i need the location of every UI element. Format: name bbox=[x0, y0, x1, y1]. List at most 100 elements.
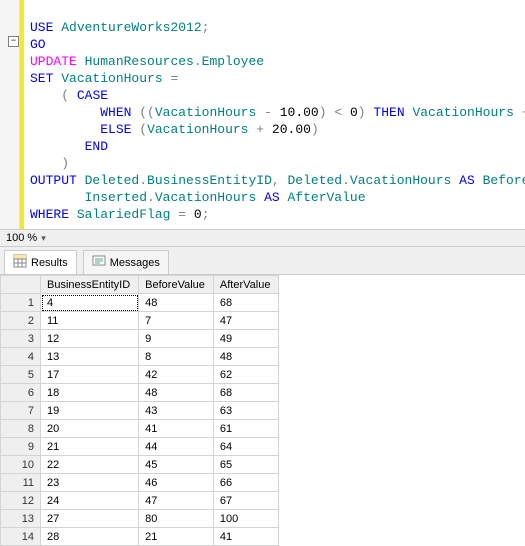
table-row[interactable]: 413848 bbox=[1, 348, 279, 366]
fold-toggle[interactable]: − bbox=[8, 36, 19, 47]
tab-messages-label: Messages bbox=[110, 257, 160, 269]
table-row[interactable]: 144868 bbox=[1, 294, 279, 312]
cell[interactable]: 47 bbox=[213, 312, 279, 330]
cell[interactable]: 68 bbox=[213, 384, 279, 402]
kw-else: ELSE bbox=[100, 122, 131, 137]
zoom-value[interactable]: 100 % bbox=[6, 232, 37, 244]
cell[interactable]: 48 bbox=[213, 348, 279, 366]
cell[interactable]: 17 bbox=[41, 366, 139, 384]
cell[interactable]: 44 bbox=[139, 438, 214, 456]
op-eq: = bbox=[170, 71, 178, 86]
tab-results[interactable]: Results bbox=[4, 250, 77, 274]
zoom-dropdown-icon[interactable]: ▾ bbox=[41, 233, 46, 244]
row-number[interactable]: 10 bbox=[1, 456, 41, 474]
cell[interactable]: 47 bbox=[139, 492, 214, 510]
cell[interactable]: 46 bbox=[139, 474, 214, 492]
cell[interactable]: 65 bbox=[213, 456, 279, 474]
cell[interactable]: 23 bbox=[41, 474, 139, 492]
row-number[interactable]: 6 bbox=[1, 384, 41, 402]
cell[interactable]: 61 bbox=[213, 420, 279, 438]
kw-output: OUTPUT bbox=[30, 173, 77, 188]
row-number[interactable]: 3 bbox=[1, 330, 41, 348]
row-number[interactable]: 13 bbox=[1, 510, 41, 528]
code-block[interactable]: USE AdventureWorks2012; GO UPDATE HumanR… bbox=[30, 2, 525, 223]
tab-messages[interactable]: Messages bbox=[83, 250, 169, 274]
results-table[interactable]: BusinessEntityID BeforeValue AfterValue … bbox=[0, 275, 279, 546]
cell[interactable]: 80 bbox=[139, 510, 214, 528]
row-number[interactable]: 5 bbox=[1, 366, 41, 384]
row-number[interactable]: 2 bbox=[1, 312, 41, 330]
row-number[interactable]: 1 bbox=[1, 294, 41, 312]
cell[interactable]: 64 bbox=[213, 438, 279, 456]
table-row[interactable]: 7194363 bbox=[1, 402, 279, 420]
cell[interactable]: 45 bbox=[139, 456, 214, 474]
table-row[interactable]: 9214464 bbox=[1, 438, 279, 456]
col-header[interactable]: AfterValue bbox=[213, 276, 279, 294]
paren-open: ( bbox=[61, 88, 69, 103]
results-grid[interactable]: BusinessEntityID BeforeValue AfterValue … bbox=[0, 275, 525, 546]
table-row[interactable]: 312949 bbox=[1, 330, 279, 348]
cell[interactable]: 7 bbox=[139, 312, 214, 330]
col-header[interactable]: BeforeValue bbox=[139, 276, 214, 294]
sql-editor[interactable]: − USE AdventureWorks2012; GO UPDATE Huma… bbox=[0, 0, 525, 229]
cell[interactable]: 27 bbox=[41, 510, 139, 528]
cell[interactable]: 48 bbox=[139, 384, 214, 402]
table-row[interactable]: 211747 bbox=[1, 312, 279, 330]
cell[interactable]: 8 bbox=[139, 348, 214, 366]
kw-update: UPDATE bbox=[30, 54, 77, 69]
cell[interactable]: 48 bbox=[139, 294, 214, 312]
table-row[interactable]: 6184868 bbox=[1, 384, 279, 402]
cell[interactable]: 24 bbox=[41, 492, 139, 510]
table-row[interactable]: 8204161 bbox=[1, 420, 279, 438]
cell[interactable]: 62 bbox=[213, 366, 279, 384]
cell[interactable]: 18 bbox=[41, 384, 139, 402]
result-tabs: Results Messages bbox=[0, 247, 525, 275]
table-row[interactable]: 11234666 bbox=[1, 474, 279, 492]
change-marker bbox=[20, 0, 24, 229]
cell[interactable]: 4 bbox=[41, 294, 139, 312]
schema: HumanResources bbox=[85, 54, 194, 69]
row-number[interactable]: 8 bbox=[1, 420, 41, 438]
kw-when: WHEN bbox=[100, 105, 131, 120]
row-number[interactable]: 11 bbox=[1, 474, 41, 492]
table-row[interactable]: 12244767 bbox=[1, 492, 279, 510]
cell[interactable]: 19 bbox=[41, 402, 139, 420]
kw-where: WHERE bbox=[30, 207, 69, 222]
row-number[interactable]: 7 bbox=[1, 402, 41, 420]
corner-cell[interactable] bbox=[1, 276, 41, 294]
cell[interactable]: 67 bbox=[213, 492, 279, 510]
cell[interactable]: 12 bbox=[41, 330, 139, 348]
cell[interactable]: 100 bbox=[213, 510, 279, 528]
cell[interactable]: 42 bbox=[139, 366, 214, 384]
messages-icon bbox=[92, 254, 106, 271]
grid-icon bbox=[13, 254, 27, 271]
col-header[interactable]: BusinessEntityID bbox=[41, 276, 139, 294]
kw-use: USE bbox=[30, 20, 53, 35]
table-row[interactable]: 10224565 bbox=[1, 456, 279, 474]
cell[interactable]: 9 bbox=[139, 330, 214, 348]
cell[interactable]: 41 bbox=[139, 420, 214, 438]
row-number[interactable]: 12 bbox=[1, 492, 41, 510]
cell[interactable]: 13 bbox=[41, 348, 139, 366]
table-row[interactable]: 132780100 bbox=[1, 510, 279, 528]
kw-end: END bbox=[85, 139, 108, 154]
cell[interactable]: 63 bbox=[213, 402, 279, 420]
cell[interactable]: 20 bbox=[41, 420, 139, 438]
cell[interactable]: 11 bbox=[41, 312, 139, 330]
kw-case: CASE bbox=[77, 88, 108, 103]
table: Employee bbox=[202, 54, 264, 69]
paren-close: ) bbox=[61, 156, 69, 171]
db-name: AdventureWorks2012 bbox=[61, 20, 201, 35]
cell[interactable]: 21 bbox=[41, 438, 139, 456]
editor-gutter bbox=[0, 0, 20, 229]
row-number[interactable]: 4 bbox=[1, 348, 41, 366]
row-number[interactable]: 9 bbox=[1, 438, 41, 456]
cell[interactable]: 49 bbox=[213, 330, 279, 348]
cell[interactable]: 66 bbox=[213, 474, 279, 492]
col-vh: VacationHours bbox=[61, 71, 162, 86]
cell[interactable]: 68 bbox=[213, 294, 279, 312]
cell[interactable]: 43 bbox=[139, 402, 214, 420]
kw-set: SET bbox=[30, 71, 53, 86]
cell[interactable]: 22 bbox=[41, 456, 139, 474]
table-row[interactable]: 5174262 bbox=[1, 366, 279, 384]
